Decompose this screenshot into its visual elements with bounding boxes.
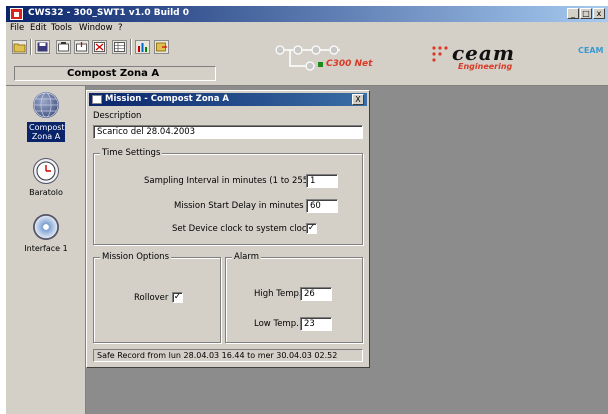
description-input[interactable]: Scarico del 28.04.2003 <box>93 125 363 139</box>
zone-name-field: Compost Zona A <box>14 66 216 81</box>
sidebar: Compost Zona A Baratolo Interface 1 <box>6 86 86 414</box>
alarm-group: Alarm High Temp. 26 Low Temp. 23 <box>225 252 363 343</box>
sidebar-item-compost-zona-a[interactable]: Compost Zona A <box>6 92 86 142</box>
toolbar-separator <box>130 39 132 55</box>
sampling-interval-input[interactable]: 1 <box>306 174 338 188</box>
sampling-interval-label: Sampling Interval in minutes (1 to 255) <box>144 176 312 186</box>
rollover-label: Rollover <box>134 293 169 303</box>
open-folder-icon[interactable] <box>12 40 27 54</box>
mission-options-legend: Mission Options <box>100 252 171 262</box>
mission-options-group: Mission Options Rollover ✓ <box>93 252 221 343</box>
alarm-legend: Alarm <box>232 252 262 262</box>
low-temp-input[interactable]: 23 <box>300 317 332 331</box>
ceam-logo: ceam Engineering <box>430 41 560 72</box>
start-delay-label: Mission Start Delay in minutes <box>174 201 304 211</box>
mission-clear-icon[interactable] <box>92 40 107 54</box>
set-clock-checkbox[interactable]: ✓ <box>306 223 317 234</box>
globe-icon <box>33 92 59 118</box>
clock-device-icon <box>33 158 59 184</box>
app-title-bar: CWS32 - 300_SWT1 v1.0 Build 0 _ □ x <box>6 6 608 22</box>
table-icon[interactable] <box>112 40 127 54</box>
high-temp-input[interactable]: 26 <box>300 287 332 301</box>
menu-window[interactable]: Window <box>79 23 113 33</box>
menu-tools[interactable]: Tools <box>51 23 72 33</box>
sidebar-item-baratolo[interactable]: Baratolo <box>6 158 86 197</box>
sidebar-item-label: Baratolo <box>29 188 63 197</box>
menu-help[interactable]: ? <box>118 23 123 33</box>
save-icon[interactable] <box>35 40 50 54</box>
dialog-title-bar[interactable]: Mission - Compost Zona A X <box>89 93 367 106</box>
rollover-checkbox[interactable]: ✓ <box>172 292 183 303</box>
zone-name: Compost Zona A <box>67 68 160 79</box>
low-temp-label: Low Temp. <box>254 319 299 329</box>
toolbar-separator <box>30 39 32 55</box>
device-icon[interactable] <box>56 40 71 54</box>
sidebar-item-label: Compost Zona A <box>27 122 65 142</box>
export-icon[interactable] <box>154 40 169 54</box>
set-clock-label: Set Device clock to system clock <box>172 224 312 234</box>
c300-network-diagram: C300 Net <box>270 40 400 80</box>
toolbar: Compost Zona A C300 Net ceam Engineering… <box>6 36 608 86</box>
menu-bar: File Edit Tools Window ? <box>6 22 608 36</box>
dialog-close-button[interactable]: X <box>352 94 364 105</box>
sidebar-item-interface-1[interactable]: Interface 1 <box>6 214 86 253</box>
maximize-button[interactable]: □ <box>580 8 592 19</box>
start-delay-input[interactable]: 60 <box>306 199 338 213</box>
close-button[interactable]: x <box>593 8 605 19</box>
menu-edit[interactable]: Edit <box>30 23 46 33</box>
high-temp-label: High Temp. <box>254 289 302 299</box>
time-settings-group: Time Settings Sampling Interval in minut… <box>93 148 363 245</box>
ceam-small-logo: CEAM <box>578 46 604 55</box>
app-icon <box>10 8 23 20</box>
bar-chart-icon[interactable] <box>135 40 150 54</box>
app-title: CWS32 - 300_SWT1 v1.0 Build 0 <box>28 8 189 18</box>
disc-interface-icon <box>33 214 59 240</box>
menu-file[interactable]: File <box>10 23 24 33</box>
description-label: Description <box>93 111 142 121</box>
time-settings-legend: Time Settings <box>100 148 163 158</box>
logo-sub-text: Engineering <box>458 62 513 71</box>
mission-dialog: Mission - Compost Zona A X Description S… <box>86 90 370 368</box>
minimize-button[interactable]: _ <box>567 8 579 19</box>
sidebar-item-label: Interface 1 <box>24 244 68 253</box>
download-device-icon[interactable] <box>74 40 89 54</box>
safe-record-status: Safe Record from lun 28.04.03 16.44 to m… <box>93 349 363 362</box>
net-label: C300 Net <box>326 59 373 69</box>
dialog-icon <box>92 95 102 104</box>
dialog-title: Mission - Compost Zona A <box>105 94 230 104</box>
